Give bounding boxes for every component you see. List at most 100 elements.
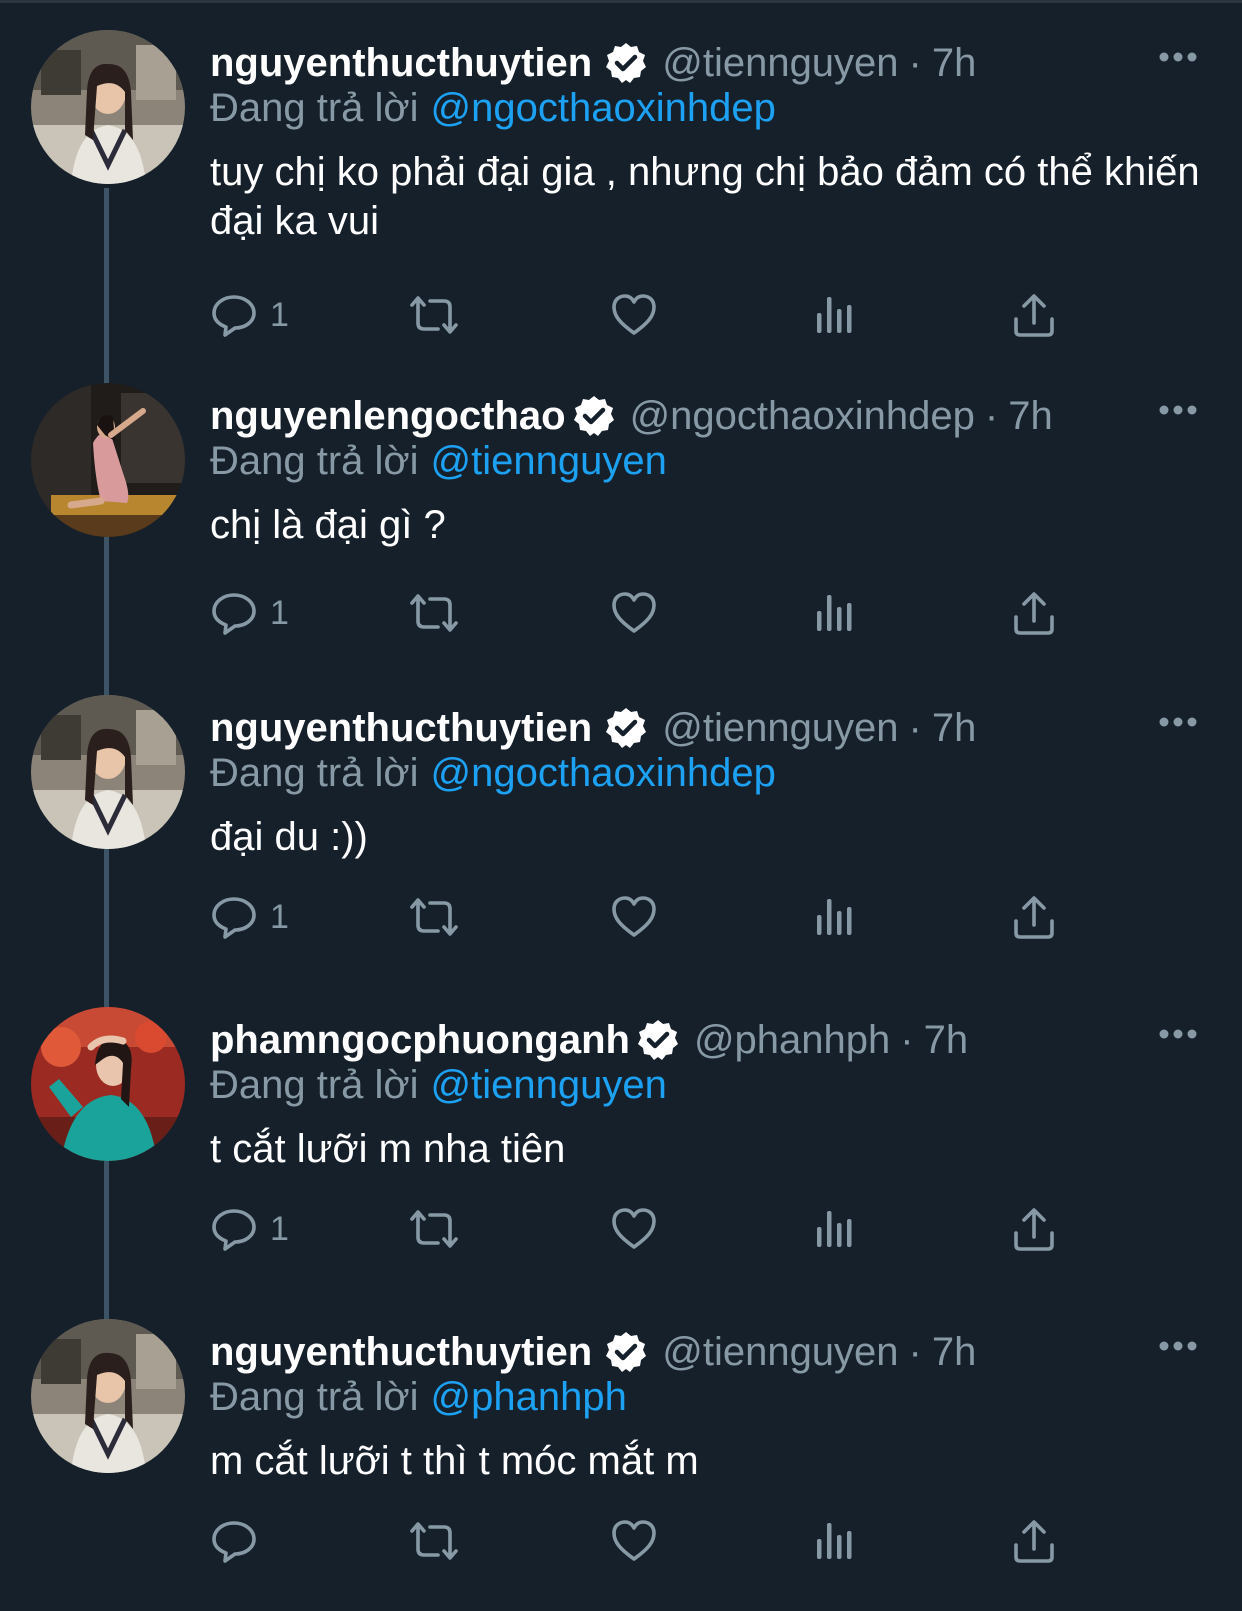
more-options-icon[interactable] [1158, 1339, 1198, 1353]
separator-dot: · [984, 393, 999, 438]
display-name[interactable]: nguyenthucthuytien [210, 706, 592, 751]
tweet[interactable]: nguyenthucthuytien @tiennguyen · 7h Đang… [0, 0, 1242, 337]
tweet-actions: 1 [210, 290, 1110, 340]
share-icon [1014, 592, 1054, 635]
mention-link[interactable]: @tiennguyen [431, 439, 667, 483]
avatar-ngocthao[interactable] [31, 383, 185, 537]
avatar-thuytien[interactable] [31, 695, 185, 849]
reply-button[interactable]: 1 [210, 1204, 289, 1254]
reply-count: 1 [270, 1209, 289, 1248]
timestamp[interactable]: 7h [932, 1330, 977, 1375]
separator-dot: · [900, 1017, 914, 1062]
share-button[interactable] [1010, 1516, 1058, 1566]
retweet-button[interactable] [406, 1516, 462, 1566]
tweet[interactable]: phamngocphuonganh @phanhph · 7h Đang trả… [0, 977, 1242, 1289]
user-handle[interactable]: @ngocthaoxinhdep [630, 394, 975, 439]
like-button[interactable] [610, 892, 658, 942]
user-handle[interactable]: @phanhph [694, 1018, 890, 1063]
reply-button[interactable]: 1 [210, 588, 289, 638]
avatar-thuytien[interactable] [31, 1319, 185, 1473]
tweet-actions: 1 [210, 892, 1110, 942]
display-name[interactable]: phamngocphuonganh [210, 1018, 630, 1063]
replying-to: Đang trả lời @ngocthaoxinhdep [210, 86, 776, 131]
retweet-icon [410, 1522, 458, 1560]
share-button[interactable] [1010, 588, 1058, 638]
like-button[interactable] [610, 290, 658, 340]
share-button[interactable] [1010, 1204, 1058, 1254]
avatar-phuonganh[interactable] [31, 1007, 185, 1161]
tweet-actions: 1 [210, 1204, 1110, 1254]
reply-icon [212, 1521, 256, 1563]
heart-icon [612, 1208, 656, 1249]
tweet-actions: 1 [210, 588, 1110, 638]
reply-icon [212, 1209, 256, 1251]
avatar-thuytien[interactable] [31, 30, 185, 184]
replying-to-label: Đang trả lời [210, 439, 419, 483]
timestamp[interactable]: 7h [932, 706, 977, 751]
tweet[interactable]: nguyenlengocthao @ngocthaoxinhdep · 7h Đ… [0, 353, 1242, 665]
retweet-button[interactable] [406, 1204, 462, 1254]
timestamp[interactable]: 7h [932, 41, 977, 86]
display-name[interactable]: nguyenthucthuytien [210, 41, 592, 86]
heart-icon [612, 592, 656, 633]
user-handle[interactable]: @tiennguyen [662, 706, 898, 751]
tweet[interactable]: nguyenthucthuytien @tiennguyen · 7h Đang… [0, 1289, 1242, 1601]
mention-link[interactable]: @ngocthaoxinhdep [431, 86, 776, 130]
analytics-icon [817, 595, 852, 631]
separator-dot: · [908, 1329, 922, 1374]
tweet-header: nguyenthucthuytien @tiennguyen · 7h [210, 38, 976, 88]
separator-dot: · [908, 40, 922, 85]
reply-icon [212, 593, 256, 635]
timestamp[interactable]: 7h [924, 1018, 969, 1063]
display-name[interactable]: nguyenthucthuytien [210, 1330, 592, 1375]
verified-badge-icon [604, 1330, 648, 1374]
tweet[interactable]: nguyenthucthuytien @tiennguyen · 7h Đang… [0, 665, 1242, 977]
user-handle[interactable]: @tiennguyen [662, 41, 898, 86]
retweet-button[interactable] [406, 290, 462, 340]
share-button[interactable] [1010, 290, 1058, 340]
tweet-text: chị là đại gì ? [210, 503, 446, 547]
analytics-button[interactable] [813, 290, 857, 340]
retweet-icon [410, 594, 458, 632]
tweet-header: nguyenlengocthao @ngocthaoxinhdep · 7h [210, 391, 1053, 441]
analytics-button[interactable] [813, 1516, 857, 1566]
mention-link[interactable]: @phanhph [431, 1375, 627, 1419]
share-icon [1014, 1208, 1054, 1251]
replying-to-label: Đang trả lời [210, 1063, 419, 1107]
tweet-text: m cắt lưỡi t thì t móc mắt m [210, 1439, 699, 1483]
reply-button[interactable]: 1 [210, 892, 289, 942]
timestamp[interactable]: 7h [1008, 394, 1053, 439]
more-options-icon[interactable] [1158, 715, 1198, 729]
analytics-button[interactable] [813, 892, 857, 942]
analytics-icon [817, 899, 852, 935]
more-options-icon[interactable] [1158, 1027, 1198, 1041]
like-button[interactable] [610, 1204, 658, 1254]
user-handle[interactable]: @tiennguyen [662, 1330, 898, 1375]
tweet-text: đại du :)) [210, 815, 368, 859]
reply-count: 1 [270, 295, 289, 334]
retweet-button[interactable] [406, 588, 462, 638]
share-icon [1014, 1520, 1054, 1563]
mention-link[interactable]: @ngocthaoxinhdep [431, 751, 776, 795]
reply-button[interactable] [210, 1516, 270, 1566]
analytics-button[interactable] [813, 1204, 857, 1254]
retweet-button[interactable] [406, 892, 462, 942]
mention-link[interactable]: @tiennguyen [431, 1063, 667, 1107]
reply-icon [212, 897, 256, 939]
analytics-icon [817, 297, 852, 333]
share-icon [1014, 294, 1054, 337]
like-button[interactable] [610, 1516, 658, 1566]
tweet-text: tuy chị ko phải đại gia , nhưng chị bảo … [210, 150, 1200, 243]
more-options-icon[interactable] [1158, 50, 1198, 64]
display-name[interactable]: nguyenlengocthao [210, 394, 566, 439]
replying-to: Đang trả lời @tiennguyen [210, 1063, 667, 1108]
heart-icon [612, 294, 656, 335]
reply-button[interactable]: 1 [210, 290, 289, 340]
reply-count: 1 [270, 593, 289, 632]
more-options-icon[interactable] [1158, 403, 1198, 417]
verified-badge-icon [636, 1018, 680, 1062]
separator-dot: · [908, 705, 922, 750]
share-button[interactable] [1010, 892, 1058, 942]
analytics-button[interactable] [813, 588, 857, 638]
like-button[interactable] [610, 588, 658, 638]
